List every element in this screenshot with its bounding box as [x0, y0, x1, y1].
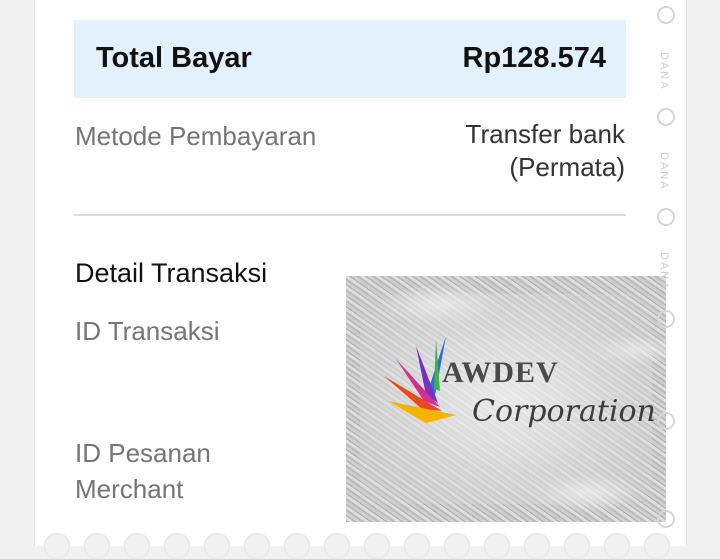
scallop-notch	[484, 533, 510, 559]
watermark-text: DANA	[658, 52, 670, 91]
payment-method-value-line2: (Permata)	[509, 152, 625, 182]
scallop-notch	[204, 533, 230, 559]
payment-method-label: Metode Pembayaran	[75, 121, 317, 151]
dana-watermark-strip: DANA DANA DANA	[652, 0, 676, 530]
watermark-dot	[657, 510, 675, 528]
scallop-notch	[604, 533, 630, 559]
watermark-dot	[657, 310, 675, 328]
scallop-notch	[284, 533, 310, 559]
watermark-dot	[657, 208, 675, 226]
total-payment-label: Total Bayar	[96, 42, 252, 74]
transaction-id-label: ID Transaksi	[75, 316, 220, 346]
scallop-notch	[44, 533, 70, 559]
receipt-scalloped-edge	[34, 533, 685, 559]
payment-method-value-line1: Transfer bank	[465, 119, 625, 149]
scallop-notch	[444, 533, 470, 559]
total-payment-bar: Total Bayar Rp128.574	[74, 20, 626, 98]
watermark-dot	[657, 6, 675, 24]
section-divider	[74, 214, 626, 216]
logo-main-text: AWDEV	[442, 356, 559, 389]
scallop-notch	[244, 533, 270, 559]
payment-method-value: Transfer bank (Permata)	[466, 118, 625, 184]
merchant-order-id-label: ID Pesanan Merchant	[75, 435, 211, 507]
watermark-text: DANA	[658, 252, 670, 291]
watermark-dot	[657, 108, 675, 126]
scallop-notch	[324, 533, 350, 559]
logo-script-text: Corporation	[472, 394, 656, 429]
scallop-notch	[124, 533, 150, 559]
merchant-order-id-label-line2: Merchant	[75, 474, 184, 504]
scallop-notch	[644, 533, 670, 559]
scallop-notch	[524, 533, 550, 559]
merchant-order-id-label-line1: ID Pesanan	[75, 438, 211, 468]
scallop-notch	[404, 533, 430, 559]
scallop-notch	[84, 533, 110, 559]
transaction-detail-title: Detail Transaksi	[75, 258, 268, 288]
scallop-notch	[364, 533, 390, 559]
scallop-notch	[564, 533, 590, 559]
total-payment-amount: Rp128.574	[462, 42, 607, 74]
awdev-logo-overlay: AWDEV Corporation	[346, 276, 666, 522]
scallop-notch	[164, 533, 190, 559]
watermark-dot	[657, 412, 675, 430]
watermark-text: DANA	[658, 152, 670, 191]
